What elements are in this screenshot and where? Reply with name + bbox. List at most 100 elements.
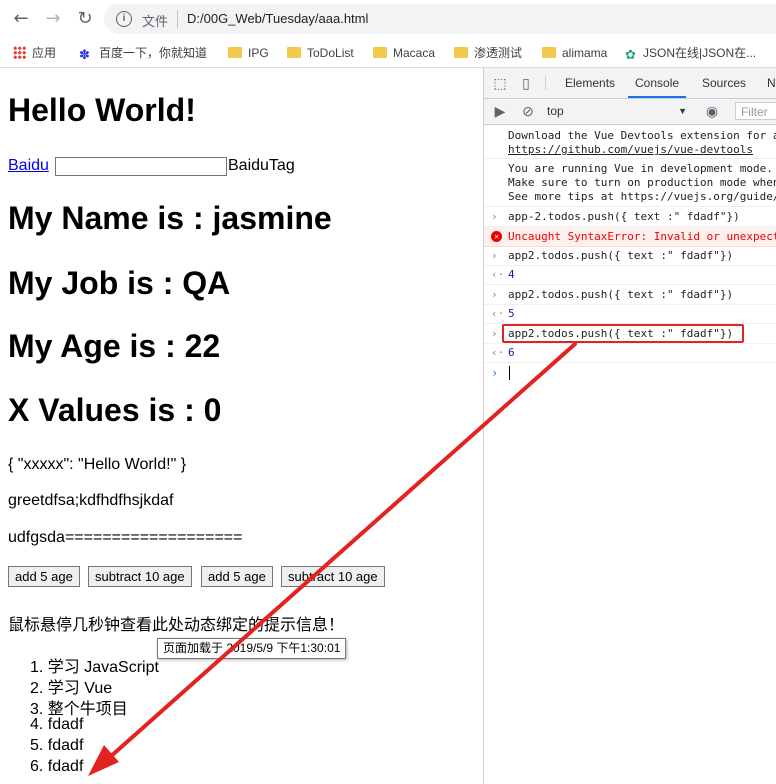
console-message: Download the Vue Devtools extension for … [484, 127, 776, 159]
todo-text: fdadf [47, 737, 84, 754]
forward-arrow-icon[interactable]: → [41, 7, 65, 31]
console-prompt-input[interactable] [509, 366, 510, 380]
bookmark-ipg[interactable]: IPG [228, 44, 269, 62]
folder-icon [542, 47, 556, 58]
prompt-chevron-icon: › [491, 366, 499, 380]
baidu-paw-icon: ✽ [79, 47, 90, 62]
console-text: 5 [508, 307, 515, 320]
add-age-button-2[interactable]: add 5 age [201, 566, 273, 587]
result-arrow-icon: ‹· [491, 346, 505, 359]
list-item: 3. 整个牛项目 [30, 701, 128, 718]
baidu-tag-text: BaiduTag [228, 157, 295, 174]
input-chevron-icon: › [491, 327, 498, 340]
console-link[interactable]: https://github.com/vuejs/vue-devtools [508, 143, 753, 157]
input-chevron-icon: › [491, 210, 498, 223]
list-item: 1. 学习 JavaScript [30, 659, 159, 676]
input-chevron-icon: › [491, 249, 498, 262]
filter-input[interactable]: Filter [735, 102, 776, 120]
bookmark-alimama[interactable]: alimama [542, 44, 607, 62]
bookmark-todolist[interactable]: ToDoList [287, 44, 354, 62]
device-toolbar-icon[interactable]: ▯ [518, 75, 534, 91]
address-bar[interactable]: i 文件 D:/00G_Web/Tuesday/aaa.html [104, 4, 776, 34]
bookmarks-bar: 应用 ✽ 百度一下，你就知道 IPG ToDoList Macaca 渗透测试 a… [0, 38, 776, 68]
tooltip: 页面加载于 2019/5/9 下午1:30:01 [157, 638, 347, 659]
bookmark-label: alimama [562, 46, 608, 60]
reload-icon[interactable]: ↻ [73, 7, 97, 31]
devtools-panel: ⬚ ▯ Elements Console Sources N ▶ ⊘ top ▼… [483, 68, 776, 784]
bookmark-label: 百度一下，你就知道 [99, 46, 208, 60]
console-toolbar: ▶ ⊘ top ▼ ◉ Filter [484, 99, 776, 125]
input-chevron-icon: › [491, 288, 498, 301]
console-result: ‹· 4 [484, 266, 776, 285]
add-age-button[interactable]: add 5 age [8, 566, 80, 587]
x-values-heading: X Values is : 0 [8, 392, 222, 428]
apps-grid-icon [13, 46, 26, 59]
list-item: 5. fdadf [30, 737, 84, 754]
context-label: top [547, 104, 564, 118]
name-heading: My Name is : jasmine [8, 200, 332, 236]
console-messages: Download the Vue Devtools extension for … [484, 125, 776, 784]
bookmark-json[interactable]: ✿ JSON在线|JSON在... [625, 44, 756, 62]
inspect-element-icon[interactable]: ⬚ [492, 75, 508, 91]
bookmark-apps[interactable]: 应用 [13, 44, 56, 62]
hover-message[interactable]: 鼠标悬停几秒钟查看此处动态绑定的提示信息！ [8, 611, 344, 635]
bookmark-label: JSON在线|JSON在... [643, 46, 757, 60]
list-item: 6. fdadf [30, 758, 84, 775]
console-text: app-2.todos.push({ text :" fdadf"}) [508, 210, 740, 223]
back-arrow-icon[interactable]: ← [9, 7, 33, 31]
console-text: See more tips at https://vuejs.org/guide… [508, 190, 776, 203]
age-heading: My Age is : 22 [8, 328, 221, 364]
console-input: › app2.todos.push({ text :" fdadf"}) [484, 247, 776, 266]
url-text[interactable]: D:/00G_Web/Tuesday/aaa.html [187, 11, 368, 26]
udf-text: udfgsda=================== [8, 529, 243, 546]
page-heading: Hello World! [8, 92, 196, 128]
bookmark-pentest[interactable]: 渗透测试 [454, 44, 522, 62]
text-input[interactable] [55, 157, 227, 176]
todo-text: fdadf [47, 758, 84, 775]
bookmark-label: 应用 [32, 46, 57, 60]
console-text: 6 [508, 346, 515, 359]
todo-list: 1. 学习 JavaScript 2. 学习 Vue 3. 整个牛项目 4. f… [30, 653, 159, 779]
bookmark-macaca[interactable]: Macaca [373, 44, 435, 62]
baidu-link[interactable]: Baidu [8, 157, 49, 175]
console-message: You are running Vue in development mode.… [484, 160, 776, 207]
sidebar-toggle-icon[interactable]: ▶ [492, 103, 508, 119]
clear-console-icon[interactable]: ⊘ [520, 103, 536, 119]
context-selector[interactable]: top ▼ [547, 102, 687, 120]
tab-elements[interactable]: Elements [565, 68, 615, 98]
bookmark-label: 渗透测试 [474, 46, 523, 60]
dropdown-arrow-icon: ▼ [678, 106, 687, 116]
browser-toolbar: ← → ↻ i 文件 D:/00G_Web/Tuesday/aaa.html [0, 0, 776, 38]
console-result: ‹· 6 [484, 344, 776, 363]
devtools-tab-bar: ⬚ ▯ Elements Console Sources N [484, 68, 776, 99]
json-gear-icon: ✿ [625, 47, 636, 62]
subtract-age-button[interactable]: subtract 10 age [88, 566, 192, 587]
tab-console[interactable]: Console [628, 68, 687, 98]
console-text: app2.todos.push({ text :" fdadf"}) [508, 249, 734, 262]
bookmark-label: IPG [248, 46, 269, 60]
bookmark-label: Macaca [393, 46, 436, 60]
tab-sources[interactable]: Sources [702, 68, 746, 98]
console-error: ✕ Uncaught SyntaxError: Invalid or unexp… [484, 227, 776, 247]
error-icon: ✕ [491, 231, 502, 242]
tab-network[interactable]: N [767, 68, 776, 98]
folder-icon [287, 47, 301, 58]
list-item: 2. 学习 Vue [30, 680, 113, 697]
bookmark-baidu[interactable]: ✽ 百度一下，你就知道 [79, 44, 207, 62]
console-text: Make sure to turn on production mode whe… [508, 176, 776, 189]
annotation-highlight-box [502, 324, 744, 343]
console-result: ‹· 5 [484, 305, 776, 324]
eye-icon[interactable]: ◉ [704, 103, 720, 119]
json-text: { "xxxxx": "Hello World!" } [8, 456, 187, 473]
address-separator [177, 10, 178, 28]
job-heading: My Job is : QA [8, 265, 231, 301]
subtract-age-button-2[interactable]: subtract 10 age [281, 566, 385, 587]
folder-icon [373, 47, 387, 58]
devtools-divider [545, 76, 546, 90]
console-text: Download the Vue Devtools extension for … [508, 129, 776, 142]
console-text: You are running Vue in development mode. [508, 162, 773, 175]
info-icon[interactable]: i [116, 11, 132, 27]
result-arrow-icon: ‹· [491, 268, 505, 281]
bookmark-label: ToDoList [307, 46, 354, 60]
console-text: Uncaught SyntaxError: Invalid or unexpec… [508, 230, 776, 243]
